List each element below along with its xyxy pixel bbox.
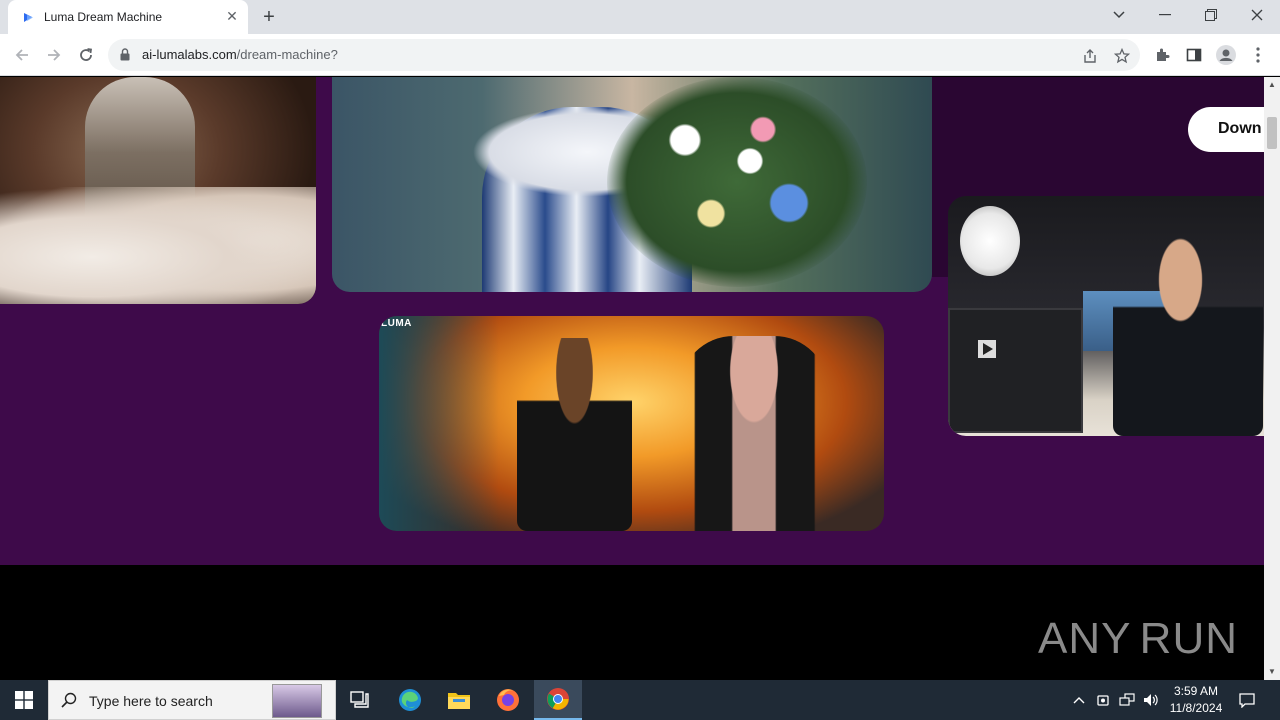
menu-icon[interactable] (1248, 45, 1268, 65)
restore-icon[interactable] (1188, 0, 1234, 30)
share-icon[interactable] (1081, 47, 1099, 65)
side-panel-icon[interactable] (1184, 45, 1204, 65)
softbox-light (960, 206, 1020, 276)
reload-icon[interactable] (72, 41, 100, 69)
luma-favicon-icon (24, 13, 33, 22)
chrome-icon[interactable] (534, 680, 582, 720)
play-icon (978, 340, 996, 358)
address-bar[interactable]: ai-lumalabs.com/dream-machine? (108, 39, 1140, 71)
page-viewport: Down LUMA ANY RUN ▲ ▼ (0, 77, 1280, 680)
presenter-figure (1113, 236, 1263, 436)
taskbar-search-box[interactable]: Type here to search (48, 680, 336, 720)
scroll-down-icon[interactable]: ▼ (1268, 668, 1276, 676)
extensions-icon[interactable] (1152, 45, 1172, 65)
bouquet-shape (607, 77, 867, 287)
clock-time: 3:59 AM (1173, 684, 1219, 698)
bookmark-star-icon[interactable] (1113, 47, 1131, 65)
start-button[interactable] (0, 680, 48, 720)
minimize-icon[interactable] (1142, 0, 1188, 30)
windows-logo-icon (15, 691, 33, 709)
volume-icon[interactable] (1142, 691, 1160, 709)
scene-glow (379, 316, 499, 531)
tab-title: Luma Dream Machine (44, 10, 163, 24)
url-text: ai-lumalabs.com/dream-machine? (142, 47, 338, 62)
anyrun-brand-left: ANY (1038, 614, 1132, 663)
gallery-video-musician[interactable] (0, 77, 316, 304)
back-icon[interactable] (8, 41, 36, 69)
close-window-icon[interactable] (1234, 0, 1280, 30)
scrollbar-thumb[interactable] (1267, 117, 1277, 149)
forward-icon[interactable] (40, 41, 68, 69)
new-tab-button[interactable]: + (258, 6, 280, 28)
profile-icon[interactable] (1216, 45, 1236, 65)
anyrun-brand-right: RUN (1139, 614, 1238, 663)
windows-taskbar: Type here to search 3:59 AM 11/8/2024 (0, 680, 1280, 720)
tab-search-icon[interactable] (1096, 0, 1142, 30)
scroll-up-icon[interactable]: ▲ (1268, 81, 1276, 89)
tray-device-icon[interactable] (1094, 691, 1112, 709)
task-view-icon[interactable] (336, 680, 384, 720)
studio-monitor (948, 308, 1083, 433)
page-scrollbar[interactable]: ▲ ▼ (1264, 77, 1280, 680)
tab-strip: Luma Dream Machine ✕ + (0, 0, 1280, 34)
cloud-shapes (0, 187, 316, 304)
search-icon (61, 692, 77, 708)
bear-figure (517, 338, 632, 531)
clock-date: 11/8/2024 (1169, 701, 1223, 715)
anyrun-watermark: ANY RUN (1038, 607, 1238, 671)
browser-tab[interactable]: Luma Dream Machine ✕ (8, 0, 248, 34)
url-path: /dream-machine? (236, 47, 338, 62)
tab-close-icon[interactable]: ✕ (224, 8, 240, 24)
network-icon[interactable] (1118, 691, 1136, 709)
firefox-icon[interactable] (484, 680, 532, 720)
notifications-icon[interactable] (1238, 691, 1256, 709)
taskbar-clock[interactable]: 3:59 AM 11/8/2024 (1164, 683, 1228, 717)
gallery-video-bear-pig[interactable]: LUMA (379, 316, 884, 531)
tray-chevron-up-icon[interactable] (1070, 691, 1088, 709)
luma-watermark: LUMA (381, 318, 412, 329)
url-host: ai-lumalabs.com (142, 47, 237, 62)
pig-figure (679, 336, 829, 531)
gallery-video-studio[interactable] (948, 196, 1268, 436)
search-placeholder: Type here to search (89, 693, 213, 709)
edge-icon[interactable] (386, 680, 434, 720)
browser-toolbar: ai-lumalabs.com/dream-machine? (0, 34, 1280, 76)
file-explorer-icon[interactable] (435, 680, 483, 720)
search-highlight-image (272, 684, 322, 718)
gallery-video-flowers[interactable] (332, 77, 932, 292)
lock-icon[interactable] (120, 48, 130, 61)
